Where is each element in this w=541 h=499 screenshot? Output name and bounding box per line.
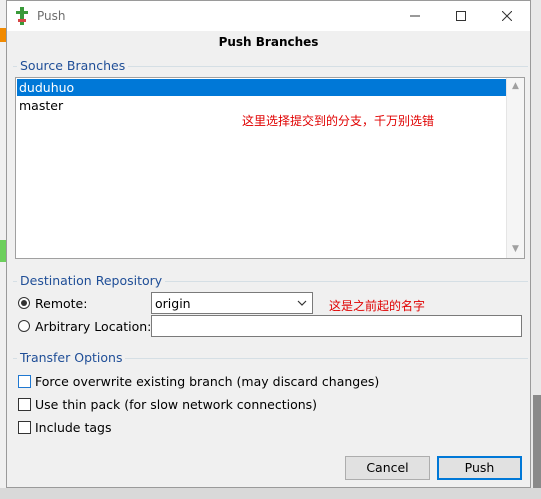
minimize-button[interactable] <box>392 1 438 31</box>
close-button[interactable] <box>484 1 530 31</box>
arbitrary-location-input[interactable] <box>151 315 522 337</box>
force-overwrite-label: Force overwrite existing branch (may dis… <box>35 374 380 389</box>
branch-list[interactable]: duduhuo master 这里选择提交到的分支，千万别选错 ▲ ▼ <box>15 77 525 259</box>
thin-pack-checkbox[interactable] <box>18 398 31 411</box>
title-bar[interactable]: Push <box>7 1 530 31</box>
background-app-edge <box>533 395 541 499</box>
arbitrary-location-radio[interactable] <box>18 320 30 332</box>
branch-item[interactable]: duduhuo <box>17 79 509 96</box>
minimize-icon <box>410 15 420 17</box>
remote-radio[interactable] <box>18 297 30 309</box>
force-overwrite-checkbox[interactable] <box>18 375 31 388</box>
thin-pack-label: Use thin pack (for slow network connecti… <box>35 397 318 412</box>
transfer-options-legend: Transfer Options <box>17 351 126 365</box>
cancel-button[interactable]: Cancel <box>345 456 430 480</box>
branch-list-scrollbar[interactable]: ▲ ▼ <box>506 78 524 258</box>
branch-item[interactable]: master <box>17 97 63 114</box>
maximize-icon <box>456 11 466 21</box>
remote-select-value: origin <box>155 296 191 311</box>
close-icon <box>502 11 512 21</box>
remote-annotation: 这是之前起的名字 <box>329 299 426 313</box>
source-branches-legend: Source Branches <box>17 59 129 73</box>
destination-legend: Destination Repository <box>17 274 166 288</box>
dialog-heading: Push Branches <box>218 35 319 49</box>
window-title: Push <box>37 9 66 23</box>
include-tags-checkbox[interactable] <box>18 421 31 434</box>
radio-dot <box>21 300 27 306</box>
scroll-up-icon[interactable]: ▲ <box>507 78 524 95</box>
chevron-down-icon <box>297 300 307 306</box>
maximize-button[interactable] <box>438 1 484 31</box>
remote-select[interactable]: origin <box>151 292 313 314</box>
push-button[interactable]: Push <box>437 456 522 480</box>
git-icon <box>16 7 28 25</box>
background-app-edge <box>0 488 541 499</box>
arbitrary-location-label: Arbitrary Location: <box>35 319 152 334</box>
scroll-down-icon[interactable]: ▼ <box>507 241 524 258</box>
push-dialog: Push Push Branches Source Branches duduh… <box>6 0 531 488</box>
branch-annotation: 这里选择提交到的分支，千万别选错 <box>242 114 435 128</box>
remote-label: Remote: <box>35 296 88 311</box>
include-tags-label: Include tags <box>35 420 112 435</box>
